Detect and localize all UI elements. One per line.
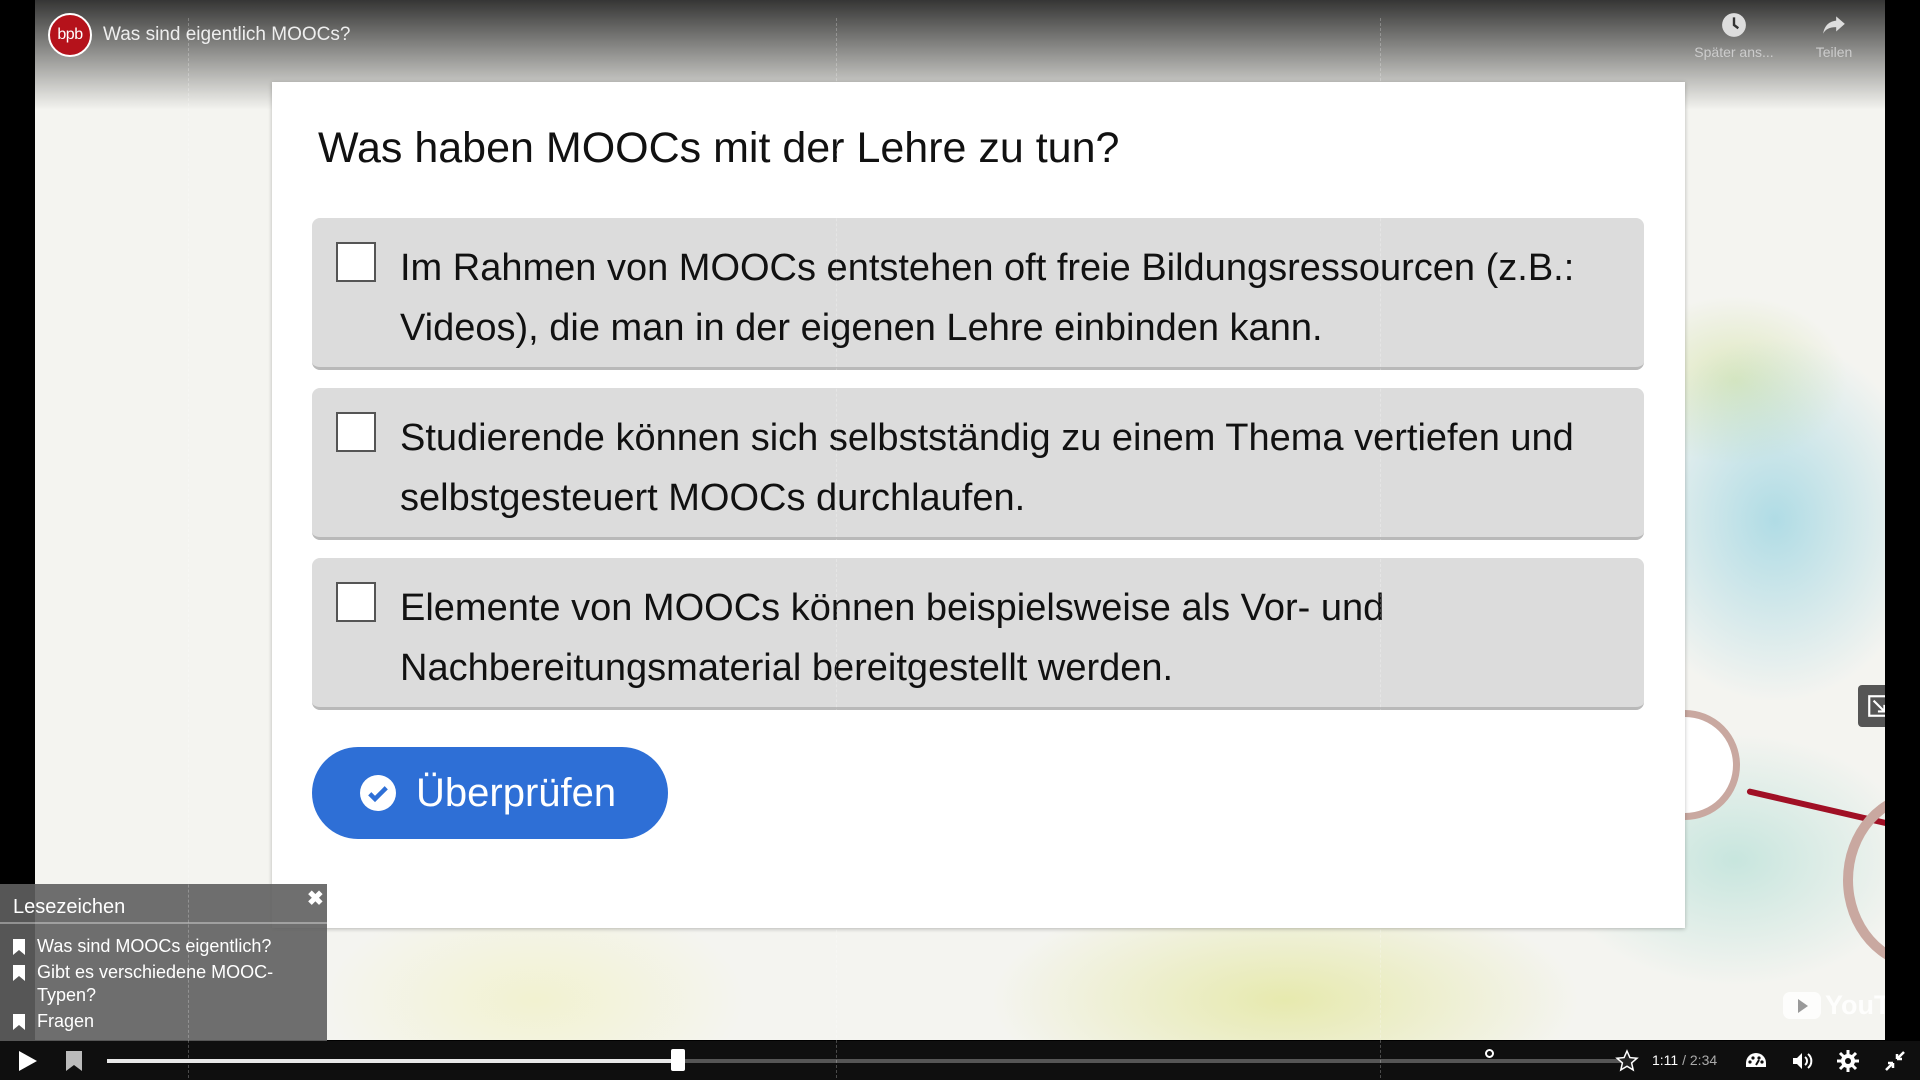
bookmark-label: Fragen [37,1011,95,1031]
watch-later-button[interactable]: Später ans... [1684,12,1784,60]
player-control-bar: 1:11 / 2:34 [0,18,1920,1080]
share-label: Teilen [1815,44,1853,60]
youtube-watermark[interactable]: YouTube [1783,990,1885,1021]
exit-fullscreen-icon[interactable] [1883,1049,1907,1073]
clock-icon [1722,13,1746,37]
bookmark-toggle-icon[interactable] [62,1049,86,1073]
bookmark-item[interactable]: Gibt es verschiedene MOOC-Typen? [0,961,327,1007]
star-icon[interactable] [1615,1049,1639,1073]
play-icon[interactable] [15,1049,39,1073]
expand-button[interactable] [1858,685,1885,727]
answer-checkbox[interactable] [336,582,376,622]
channel-logo[interactable]: bpb [48,13,92,57]
expand-icon [1868,695,1885,717]
time-separator: / [1678,1052,1690,1068]
chapter-marker [1380,18,1381,1080]
answer-text: Studierende können sich selbstständig zu… [400,417,1574,519]
youtube-watermark-text: YouTube [1825,990,1885,1020]
close-icon[interactable]: ✖ [307,886,324,911]
check-circle-icon [360,775,396,811]
bookmark-icon [13,939,25,955]
check-button-label: Überprüfen [416,770,617,815]
bookmark-item[interactable]: Was sind MOOCs eigentlich? [0,935,327,958]
answer-option[interactable]: Im Rahmen von MOOCs entstehen oft freie … [312,218,1644,370]
gear-icon[interactable] [1836,1049,1860,1073]
watch-later-label: Später ans... [1694,44,1774,60]
answer-text: Elemente von MOOCs können beispielsweise… [400,587,1385,689]
answer-option[interactable]: Elemente von MOOCs können beispielsweise… [312,558,1644,710]
chapter-marker [836,18,837,1080]
bookmarks-panel: Lesezeichen ✖ Was sind MOOCs eigentlich?… [0,884,327,1041]
answer-option[interactable]: Studierende können sich selbstständig zu… [312,388,1644,540]
bookmark-label: Gibt es verschiedene MOOC-Typen? [37,962,274,1005]
answer-text: Im Rahmen von MOOCs entstehen oft freie … [400,247,1575,349]
progress-fill [107,1059,679,1063]
current-time: 1:11 [1652,1052,1679,1068]
cue-point-marker[interactable] [1485,1049,1494,1058]
answer-checkbox[interactable] [336,242,376,282]
youtube-logo-icon [1783,992,1821,1019]
bookmarks-list: Was sind MOOCs eigentlich? Gibt es versc… [0,924,327,1033]
speed-gauge-icon[interactable] [1744,1049,1768,1073]
time-display: 1:11 / 2:34 [1652,1052,1717,1068]
share-icon [1823,16,1845,34]
video-title[interactable]: Was sind eigentlich MOOCs? [103,24,350,46]
share-button[interactable]: Teilen [1784,12,1884,60]
duration: 2:34 [1689,1052,1718,1068]
bookmarks-title: Lesezeichen [13,896,126,918]
quiz-card: Was haben MOOCs mit der Lehre zu tun? Im… [272,82,1685,928]
bookmark-item[interactable]: Fragen [0,1010,327,1033]
chapter-marker [188,18,189,1080]
bookmark-icon [13,965,25,981]
quiz-question: Was haben MOOCs mit der Lehre zu tun? [318,124,1120,172]
volume-icon[interactable] [1790,1049,1814,1073]
answer-checkbox[interactable] [336,412,376,452]
bookmark-label: Was sind MOOCs eigentlich? [37,936,272,956]
progress-bar[interactable] [107,18,1622,1080]
channel-logo-text: bpb [57,26,83,43]
bookmarks-header: Lesezeichen ✖ [0,884,327,924]
progress-handle[interactable] [671,1049,686,1071]
check-answer-button[interactable]: Überprüfen [312,747,668,839]
bookmark-icon [13,1014,25,1030]
